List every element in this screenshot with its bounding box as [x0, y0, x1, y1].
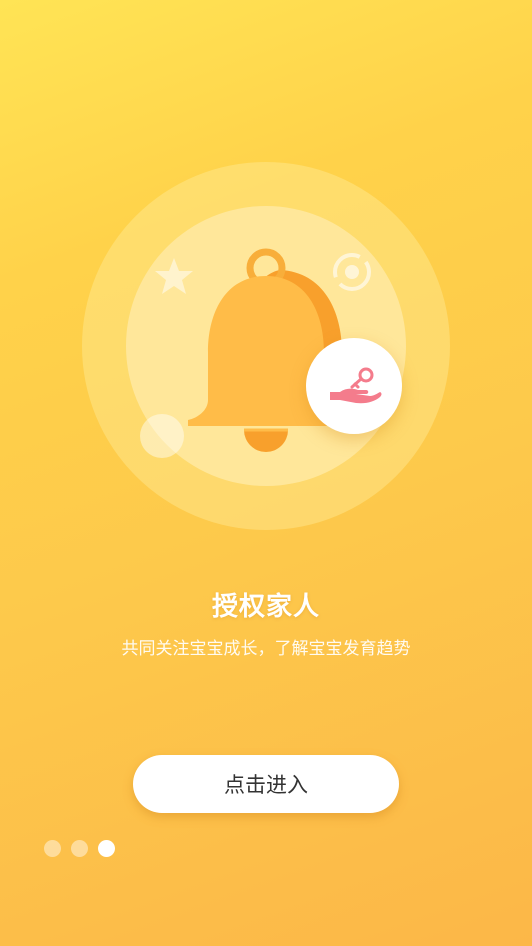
hand-key-badge: [306, 338, 402, 434]
hand-key-icon: [330, 367, 382, 404]
page-indicator: [44, 840, 115, 857]
bell-icon: [188, 248, 342, 452]
enter-button[interactable]: 点击进入: [133, 755, 399, 813]
page-dot-2[interactable]: [71, 840, 88, 857]
page-dot-3-active[interactable]: [98, 840, 115, 857]
circle-icon: [140, 414, 184, 458]
onboarding-illustration: [82, 162, 450, 530]
page-subtitle: 共同关注宝宝成长，了解宝宝发育趋势: [121, 639, 411, 659]
page-dot-1[interactable]: [44, 840, 61, 857]
page-title: 授权家人: [211, 592, 320, 622]
